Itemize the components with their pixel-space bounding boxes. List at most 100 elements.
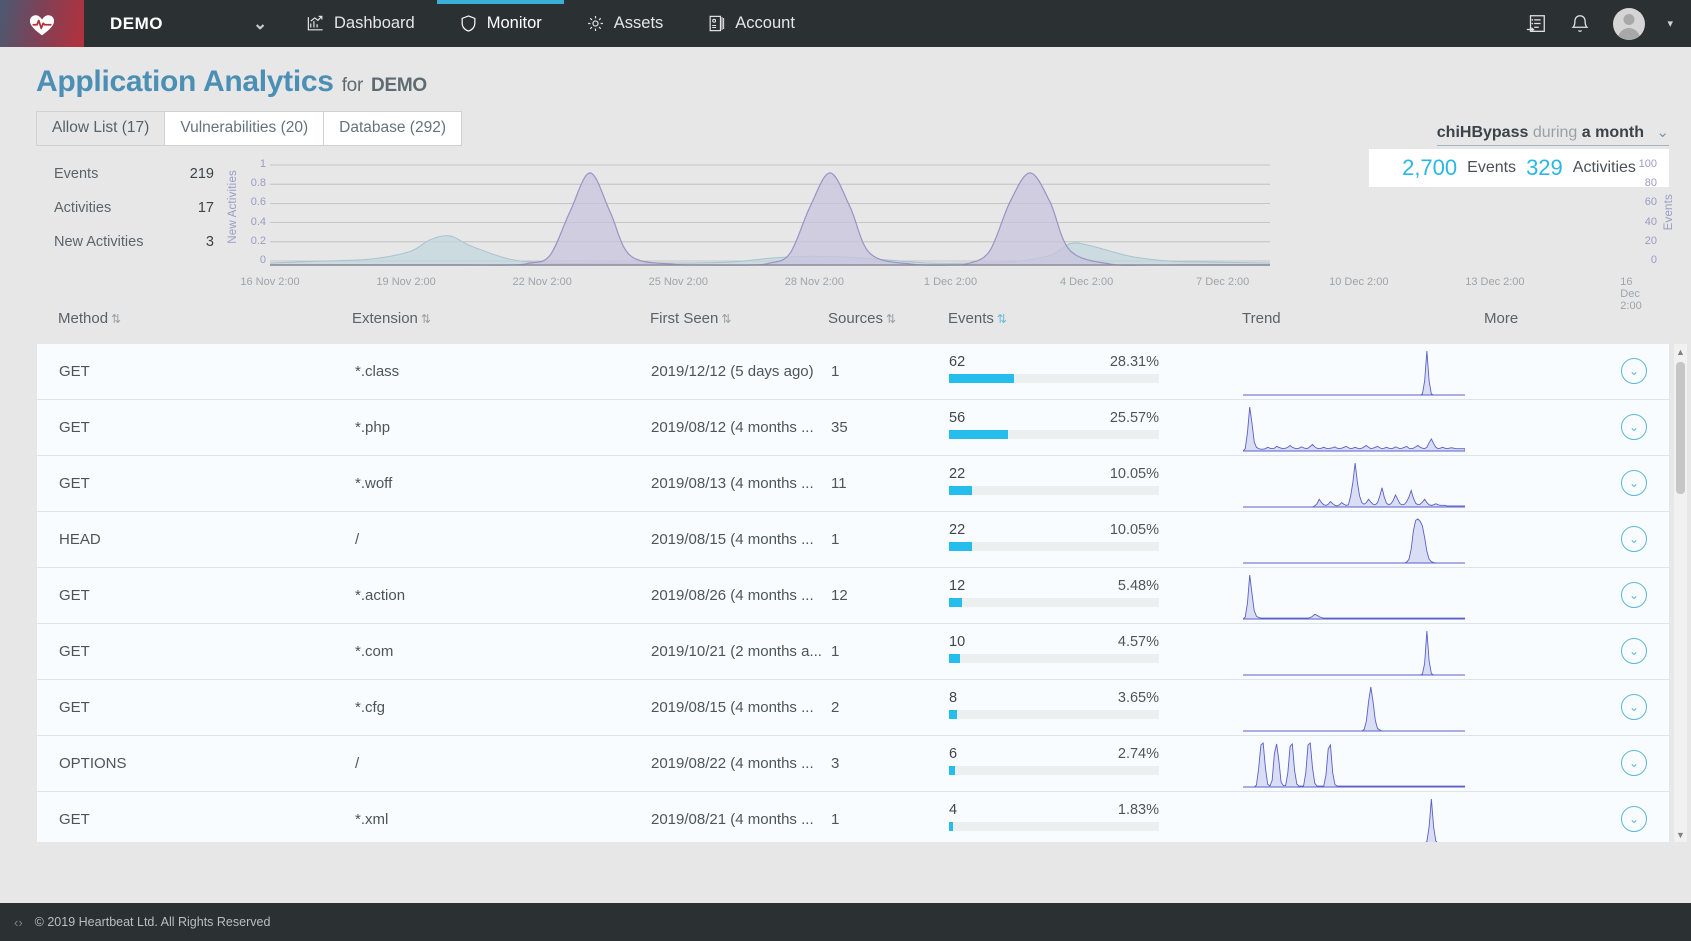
table-row[interactable]: GET *.cfg 2019/08/15 (4 months ... 2 8 3.65% ⌄ — [36, 680, 1669, 736]
cell-extension: *.cfg — [355, 699, 386, 716]
chart-x-tick: 19 Nov 2:00 — [376, 276, 436, 288]
stat-label: Activities — [54, 200, 112, 216]
cell-extension: *.action — [355, 587, 406, 604]
chevron-down-icon[interactable]: ⌄ — [253, 14, 268, 34]
filter-bar[interactable]: chiHBypass during a month ⌄ — [1436, 123, 1669, 146]
cell-events-percent: 1.83% — [1117, 802, 1159, 818]
column-header-method[interactable]: Method ⇅ — [58, 310, 121, 327]
task-list-icon[interactable] — [1525, 13, 1547, 35]
chart-x-tick: 25 Nov 2:00 — [648, 276, 708, 288]
brand-label: DEMO — [110, 13, 163, 33]
chevron-down-circle-icon[interactable]: ⌄ — [1621, 582, 1647, 608]
chevron-down-icon[interactable]: ▾ — [1667, 17, 1673, 30]
column-header-sources[interactable]: Sources ⇅ — [828, 310, 896, 327]
stat-row: Activities 17 — [54, 200, 214, 216]
events-progress-track — [949, 486, 1159, 495]
nav-item-account[interactable]: Account — [685, 0, 817, 47]
trend-sparkline — [1243, 572, 1465, 620]
heartbeat-logo-icon — [29, 14, 55, 35]
table-scrollbar[interactable]: ▲ ▼ — [1674, 344, 1687, 842]
sort-icon[interactable]: ⇅ — [721, 312, 731, 326]
scroll-down-arrow[interactable]: ▼ — [1674, 827, 1687, 842]
trend-sparkline — [1243, 796, 1465, 842]
chevron-down-circle-icon[interactable]: ⌄ — [1621, 470, 1647, 496]
chevron-down-circle-icon[interactable]: ⌄ — [1621, 526, 1647, 552]
nav-item-monitor[interactable]: Monitor — [436, 0, 564, 47]
chart-x-tick: 4 Dec 2:00 — [1059, 276, 1114, 288]
table-row[interactable]: GET *.php 2019/08/12 (4 months ... 35 56 25.5… — [36, 400, 1669, 456]
cell-events-percent: 10.05% — [1109, 522, 1159, 538]
gear-icon — [587, 16, 603, 31]
chart-x-tick: 13 Dec 2:00 — [1465, 276, 1525, 288]
table-row[interactable]: OPTIONS/2019/08/22 (4 months ... 3 6 2.74% ⌄ — [36, 736, 1669, 792]
column-header-events[interactable]: Events ⇅ — [948, 310, 1007, 327]
nav-item-dashboard[interactable]: Dashboard — [284, 0, 437, 47]
chart-x-tick: 22 Nov 2:00 — [512, 276, 572, 288]
column-header-trend: Trend — [1242, 310, 1281, 327]
chevron-down-circle-icon[interactable]: ⌄ — [1621, 750, 1647, 776]
stat-value: 3 — [205, 234, 214, 250]
chart-y-tick: 0.2 — [250, 234, 266, 247]
tab-vulnerabilities[interactable]: Vulnerabilities (20) — [164, 111, 325, 146]
table-row[interactable]: GET *.action 2019/08/26 (4 months ... 12 12 5… — [36, 568, 1669, 624]
chevron-down-circle-icon[interactable]: ⌄ — [1621, 694, 1647, 720]
footer-mark: ‹› — [14, 914, 23, 930]
sort-icon-active[interactable]: ⇅ — [997, 312, 1007, 326]
filter-during-label: during — [1532, 124, 1578, 141]
table-row[interactable]: GET *.woff 2019/08/13 (4 months ... 11 22 10.… — [36, 456, 1669, 512]
bell-icon[interactable] — [1569, 13, 1591, 35]
brand-name-area[interactable]: DEMO ⌄ — [84, 0, 284, 47]
table-row[interactable]: GET *.class 2019/12/12 (5 days ago) 1 62 28.3… — [36, 344, 1669, 400]
table-row[interactable]: HEAD/2019/08/15 (4 months ... 1 22 10.05% ⌄ — [36, 512, 1669, 568]
table-row[interactable]: GET *.com 2019/10/21 (2 months a... 1 10 4.57… — [36, 624, 1669, 680]
activity-events-chart: New Activities Events 1 0.8 0.6 0.4 0.2 0 100… — [227, 158, 1675, 312]
sort-icon[interactable]: ⇅ — [886, 312, 896, 326]
column-header-first-seen[interactable]: First Seen ⇅ — [650, 310, 731, 327]
scrollbar-thumb[interactable] — [1676, 362, 1685, 494]
column-header-extension[interactable]: Extension ⇅ — [352, 310, 431, 327]
footer: ‹› © 2019 Heartbeat Ltd. All Rights Rese… — [0, 903, 1691, 941]
chevron-down-circle-icon[interactable]: ⌄ — [1621, 414, 1647, 440]
cell-method: GET — [59, 811, 90, 828]
tab-database[interactable]: Database (292) — [323, 111, 462, 146]
cell-events-percent: 25.57% — [1109, 410, 1159, 426]
cell-sources: 1 — [831, 363, 840, 380]
cell-first-seen: 2019/12/12 (5 days ago) — [651, 363, 814, 380]
app-logo[interactable] — [0, 0, 84, 47]
chevron-down-circle-icon[interactable]: ⌄ — [1621, 358, 1647, 384]
events-progress-track — [949, 374, 1159, 383]
filter-range[interactable]: a month — [1582, 124, 1644, 141]
sort-icon[interactable]: ⇅ — [421, 312, 431, 326]
filter-query[interactable]: chiHBypass — [1437, 124, 1529, 141]
cell-first-seen: 2019/10/21 (2 months a... — [651, 643, 822, 660]
events-progress-fill — [949, 766, 956, 775]
chart-growth-icon — [307, 15, 323, 31]
stat-value: 17 — [197, 200, 214, 216]
chart-x-tick: 1 Dec 2:00 — [923, 276, 978, 288]
cell-events-percent: 3.65% — [1117, 690, 1159, 706]
chevron-down-circle-icon[interactable]: ⌄ — [1621, 638, 1647, 664]
chevron-down-icon[interactable]: ⌄ — [1656, 124, 1669, 141]
nav-item-label: Monitor — [486, 14, 542, 32]
avatar[interactable] — [1613, 7, 1646, 40]
cell-extension: *.woff — [355, 475, 393, 492]
cell-events-percent: 28.31% — [1109, 354, 1159, 370]
trend-sparkline — [1243, 348, 1465, 396]
sort-icon[interactable]: ⇅ — [111, 312, 121, 326]
chart-x-tick: 16 Dec 2:00 — [1620, 276, 1642, 312]
cell-sources: 12 — [831, 587, 848, 604]
tab-allow-list[interactable]: Allow List (17) — [36, 111, 166, 146]
events-progress-track — [949, 542, 1159, 551]
scroll-up-arrow[interactable]: ▲ — [1674, 344, 1687, 359]
top-nav-right-actions: ▾ — [1525, 0, 1691, 47]
cell-sources: 1 — [831, 643, 840, 660]
cell-sources: 1 — [831, 531, 840, 548]
cell-extension: / — [355, 531, 360, 548]
cell-method: GET — [59, 475, 90, 492]
cell-extension: / — [355, 755, 360, 772]
nav-item-assets[interactable]: Assets — [564, 0, 686, 47]
events-progress-fill — [949, 822, 954, 831]
table-row[interactable]: GET *.xml 2019/08/21 (4 months ... 1 4 1.83% ⌄ — [36, 792, 1669, 842]
chevron-down-circle-icon[interactable]: ⌄ — [1621, 806, 1647, 832]
cell-method: GET — [59, 363, 90, 380]
